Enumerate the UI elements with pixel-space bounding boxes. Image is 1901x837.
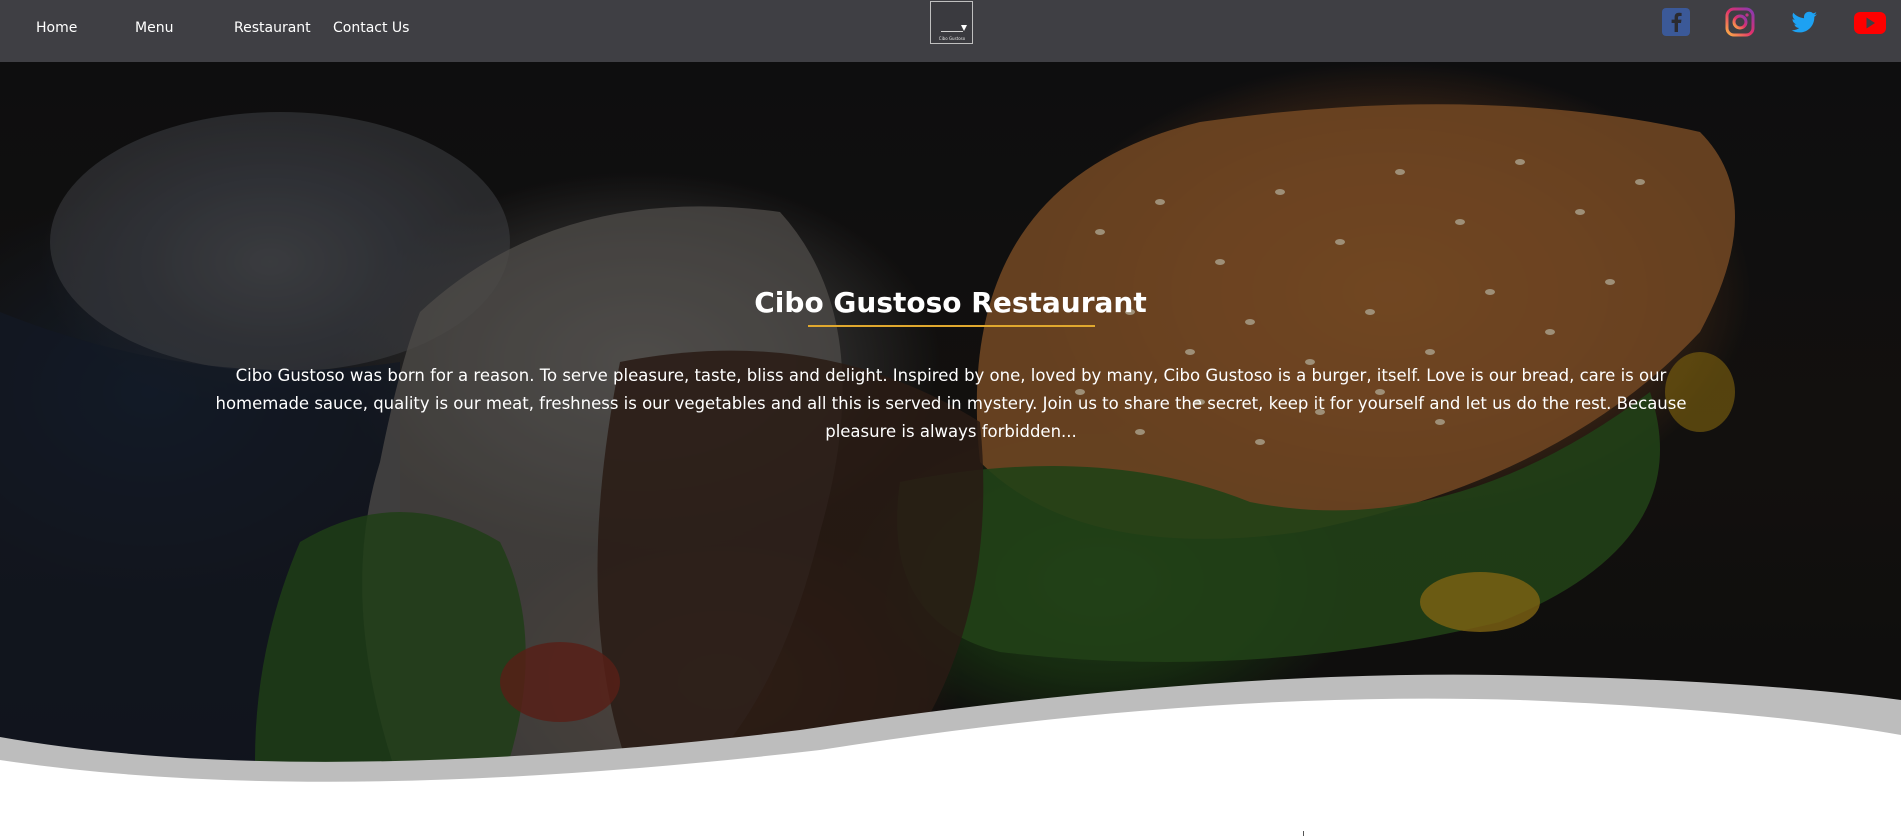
nav-restaurant-link[interactable]: Restaurant (234, 20, 311, 36)
facebook-icon[interactable] (1661, 7, 1691, 37)
cursor-mark (1303, 831, 1304, 836)
top-navigation-bar: Home Menu Restaurant Contact Us Cibo Gus… (0, 0, 1901, 62)
title-underline (808, 325, 1095, 327)
youtube-icon[interactable] (1853, 7, 1886, 37)
twitter-icon[interactable] (1789, 7, 1819, 37)
nav-home-link[interactable]: Home (36, 20, 77, 36)
logo-text: Cibo Gustoso (938, 36, 966, 41)
hero-title: Cibo Gustoso Restaurant (754, 286, 1147, 319)
logo-rule (941, 31, 963, 32)
nav-menu-link[interactable]: Menu (135, 20, 173, 36)
hero-bottom-wave (0, 674, 1901, 837)
instagram-icon[interactable] (1725, 7, 1755, 37)
nav-contact-link[interactable]: Contact Us (333, 20, 409, 36)
brand-logo[interactable]: Cibo Gustoso (930, 1, 973, 44)
hero-description: Cibo Gustoso was born for a reason. To s… (215, 366, 1687, 441)
